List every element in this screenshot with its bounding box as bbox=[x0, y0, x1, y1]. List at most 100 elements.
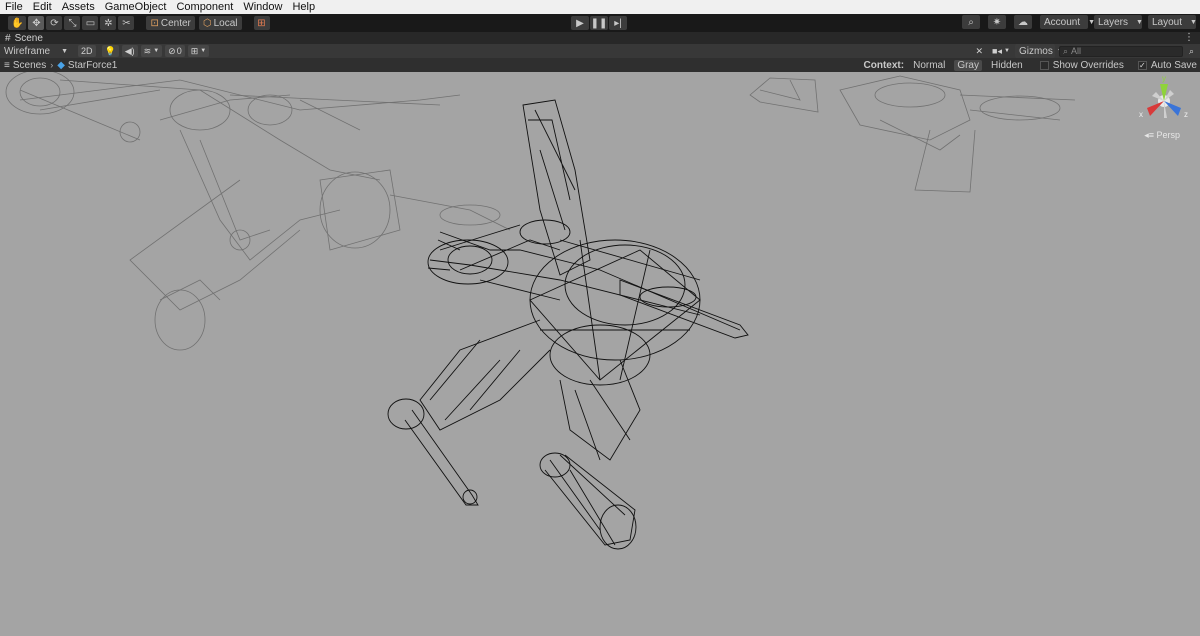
projection-toggle[interactable]: ◂≡ Persp bbox=[1144, 130, 1180, 141]
orientation-gizmo[interactable]: y x z bbox=[1138, 74, 1190, 126]
menu-edit[interactable]: Edit bbox=[28, 0, 57, 14]
cloud-icon: ☁ bbox=[1018, 16, 1028, 28]
snap-group: ⊞ bbox=[252, 16, 270, 30]
custom-tool-button[interactable]: ✂ bbox=[118, 16, 135, 30]
speaker-icon: ◀) bbox=[124, 45, 135, 56]
breadcrumb-root[interactable]: ≡ Scenes bbox=[4, 60, 46, 71]
layers-dropdown[interactable]: Layers ▼ bbox=[1094, 15, 1143, 29]
eye-slash-icon: ⊘ bbox=[168, 45, 176, 56]
collab-button[interactable]: ✷ bbox=[988, 15, 1006, 29]
toggle-2d-button[interactable]: 2D bbox=[78, 45, 96, 57]
rotate-tool-icon: ⟳ bbox=[50, 17, 59, 29]
pivot-local-button[interactable]: ⬡ Local bbox=[198, 16, 242, 30]
toolbar-right: ⌕ ✷ ☁ Account ▼ Layers ▼ Layout ▼ bbox=[960, 15, 1197, 29]
gizmos-label: Gizmos bbox=[1018, 45, 1053, 57]
menu-component[interactable]: Component bbox=[171, 0, 238, 14]
hidden-objects-toggle[interactable]: ⊘ 0 bbox=[165, 45, 185, 57]
menu-gameobject[interactable]: GameObject bbox=[100, 0, 172, 14]
player-ship-wireframe bbox=[387, 99, 749, 550]
search-button[interactable]: ⌕ bbox=[962, 15, 980, 29]
scenes-icon: ≡ bbox=[4, 59, 10, 71]
axis-gizmo-graphic bbox=[1147, 84, 1181, 118]
gizmo-x-cone[interactable] bbox=[1147, 101, 1164, 116]
step-button[interactable]: ▸| bbox=[609, 16, 627, 30]
step-icon: ▸| bbox=[614, 17, 622, 29]
gizmo-z-label: z bbox=[1184, 110, 1188, 119]
pivot-center-button[interactable]: ⊡ Center bbox=[146, 16, 195, 30]
gizmos-dropdown[interactable]: Gizmos▼ bbox=[1014, 44, 1064, 58]
camera-dropdown[interactable]: ■◂ ▼ bbox=[989, 45, 1013, 57]
audio-toggle[interactable]: ◀) bbox=[121, 45, 138, 57]
scene-viewport[interactable] bbox=[0, 72, 1200, 636]
account-dropdown[interactable]: Account ▼ bbox=[1040, 15, 1095, 29]
menu-help[interactable]: Help bbox=[287, 0, 320, 14]
chevron-down-icon: ▼ bbox=[153, 48, 160, 54]
more-options-icon[interactable]: ⋮ bbox=[1184, 32, 1194, 43]
move-tool-icon: ✥ bbox=[32, 17, 41, 29]
chevron-down-icon: ▼ bbox=[61, 47, 68, 55]
menu-file[interactable]: File bbox=[0, 0, 28, 14]
effects-toggle[interactable]: ≋ ▼ bbox=[140, 45, 163, 57]
chevron-right-icon: › bbox=[50, 60, 54, 70]
tools-toggle[interactable]: ✕ bbox=[972, 45, 986, 57]
grid-snap-button[interactable]: ⊞ bbox=[253, 16, 270, 30]
camera-icon: ■◂ bbox=[992, 45, 1002, 56]
gizmo-y-label: y bbox=[1162, 74, 1166, 83]
play-button[interactable]: ▶ bbox=[571, 16, 589, 30]
menu-assets[interactable]: Assets bbox=[57, 0, 100, 14]
scene-toolbar: Wireframe ▼ 2D 💡 ◀) ≋ ▼ ⊘ 0 ⊞ ▼ ✕ ■◂ ▼ Gizmo… bbox=[0, 44, 1200, 58]
projection-icon: ◂≡ bbox=[1144, 130, 1154, 140]
rect-tool-button[interactable]: ▭ bbox=[82, 16, 99, 30]
context-normal[interactable]: Normal bbox=[910, 60, 948, 71]
cloud-button[interactable]: ☁ bbox=[1014, 15, 1032, 29]
custom-tool-icon: ✂ bbox=[122, 17, 131, 29]
hand-tool-icon: ✋ bbox=[11, 17, 24, 29]
chevron-down-icon: ▼ bbox=[1190, 18, 1197, 26]
scene-icon: # bbox=[5, 32, 11, 44]
transform-tools: ✋ ✥ ⟳ ⤡ ▭ ✲ ✂ bbox=[6, 16, 135, 30]
move-tool-button[interactable]: ✥ bbox=[28, 16, 45, 30]
breadcrumb-current[interactable]: ◆ StarForce1 bbox=[57, 60, 117, 71]
lighting-toggle[interactable]: 💡 bbox=[101, 45, 119, 57]
context-gray[interactable]: Gray bbox=[954, 59, 982, 71]
prefab-context: Context: Normal Gray Hidden Show Overrid… bbox=[864, 58, 1200, 72]
space-label: Local bbox=[213, 17, 238, 29]
draw-mode-dropdown[interactable]: Wireframe ▼ bbox=[0, 44, 72, 58]
scale-tool-button[interactable]: ⤡ bbox=[64, 16, 81, 30]
gizmo-z-cone[interactable] bbox=[1164, 101, 1181, 116]
pause-button[interactable]: ❚❚ bbox=[590, 16, 608, 30]
projection-label: Persp bbox=[1156, 130, 1180, 140]
search-icon: ⌕ bbox=[1062, 45, 1068, 56]
hand-tool-button[interactable]: ✋ bbox=[8, 16, 27, 30]
show-overrides-checkbox[interactable] bbox=[1039, 60, 1049, 70]
tools-icon: ✕ bbox=[975, 45, 984, 56]
search-icon: ⌕ bbox=[1188, 45, 1194, 56]
prefab-cube-icon: ◆ bbox=[57, 59, 65, 71]
layout-dropdown[interactable]: Layout ▼ bbox=[1148, 15, 1197, 29]
rect-tool-icon: ▭ bbox=[85, 17, 96, 29]
tab-scene[interactable]: # Scene bbox=[0, 33, 43, 44]
collab-icon: ✷ bbox=[992, 16, 1002, 28]
auto-save-checkbox[interactable]: ✓ bbox=[1137, 60, 1147, 70]
transform-tool-button[interactable]: ✲ bbox=[100, 16, 117, 30]
pause-icon: ❚❚ bbox=[590, 17, 608, 29]
scene-search-options[interactable]: ⌕ bbox=[1186, 45, 1197, 57]
tab-scene-label: Scene bbox=[14, 32, 43, 44]
grid-icon: ⊞ bbox=[190, 45, 199, 56]
local-space-icon: ⬡ bbox=[202, 17, 212, 29]
show-overrides-label: Show Overrides bbox=[1052, 59, 1124, 71]
chevron-down-icon: ▼ bbox=[1004, 48, 1010, 54]
scene-search-input[interactable]: ⌕ All bbox=[1058, 45, 1183, 57]
layout-label: Layout bbox=[1152, 16, 1183, 28]
toggle-2d-label: 2D bbox=[81, 46, 93, 56]
play-icon: ▶ bbox=[576, 17, 584, 29]
rotate-tool-button[interactable]: ⟳ bbox=[46, 16, 63, 30]
layers-label: Layers bbox=[1098, 16, 1129, 28]
scale-tool-icon: ⤡ bbox=[68, 17, 77, 29]
menu-bar: File Edit Assets GameObject Component Wi… bbox=[0, 0, 1200, 14]
context-hidden[interactable]: Hidden bbox=[988, 60, 1026, 71]
gizmo-x-label: x bbox=[1139, 110, 1143, 119]
menu-window[interactable]: Window bbox=[238, 0, 287, 14]
light-bulb-icon: 💡 bbox=[104, 45, 116, 56]
grid-toggle[interactable]: ⊞ ▼ bbox=[187, 45, 210, 57]
